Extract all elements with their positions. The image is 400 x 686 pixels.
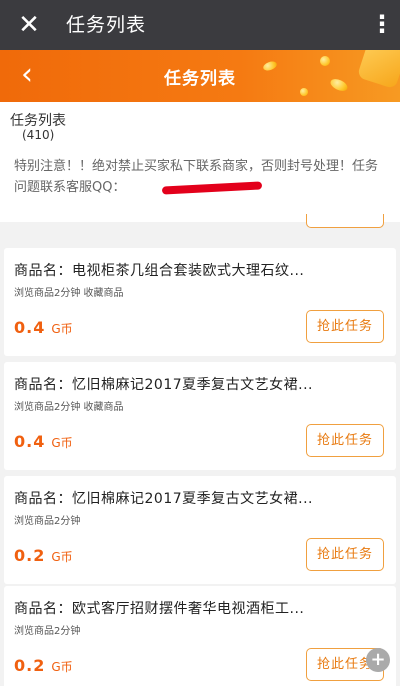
- task-reward: 0.4 G币: [14, 432, 73, 451]
- task-list-info: 任务列表 (410) 特别注意！！绝对禁止买家私下联系商家，否则封号处理！任务问…: [0, 102, 400, 222]
- reward-amount: 0.2: [14, 656, 46, 675]
- reward-unit: G币: [51, 550, 73, 564]
- wechat-top-bar: ✕ 任务列表 ⋮: [0, 0, 400, 50]
- task-requirements: 浏览商品2分钟 收藏商品: [14, 288, 124, 299]
- task-card: 商品名：欧式客厅招财摆件奢华电视酒柜工... 浏览商品2分钟 0.2 G币 抢此任…: [4, 586, 396, 686]
- reward-unit: G币: [51, 322, 73, 336]
- coin-decoration: [320, 56, 330, 66]
- zoom-plus-icon[interactable]: +: [366, 648, 390, 672]
- task-title: 商品名：电视柜茶几组合套装欧式大理石纹...: [14, 263, 305, 279]
- task-title: 商品名：忆旧棉麻记2017夏季复古文艺女裙...: [14, 491, 313, 507]
- app-frame: ✕ 任务列表 ⋮ ‹ 任务列表 任务列表 (410) 特别注意！！绝对禁止买家私…: [0, 0, 400, 686]
- task-count: (410): [22, 128, 55, 142]
- coin-decoration: [300, 88, 308, 96]
- wechat-title: 任务列表: [66, 14, 147, 36]
- task-card: 商品名：电视柜茶几组合套装欧式大理石纹... 浏览商品2分钟 收藏商品 0.4 G…: [4, 248, 396, 356]
- reward-unit: G币: [51, 660, 73, 674]
- task-title: 商品名：忆旧棉麻记2017夏季复古文艺女裙...: [14, 377, 313, 393]
- task-list-heading: 任务列表: [10, 113, 66, 129]
- task-reward: 0.2 G币: [14, 546, 73, 565]
- reward-amount: 0.2: [14, 546, 46, 565]
- task-requirements: 浏览商品2分钟: [14, 626, 81, 637]
- partial-grab-button[interactable]: [306, 214, 384, 228]
- task-card: 商品名：忆旧棉麻记2017夏季复古文艺女裙... 浏览商品2分钟 0.2 G币 抢…: [4, 476, 396, 584]
- task-title: 商品名：欧式客厅招财摆件奢华电视酒柜工...: [14, 601, 305, 617]
- task-requirements: 浏览商品2分钟: [14, 516, 81, 527]
- reward-amount: 0.4: [14, 318, 46, 337]
- reward-amount: 0.4: [14, 432, 46, 451]
- more-vertical-icon[interactable]: ⋮: [370, 10, 394, 40]
- reward-unit: G币: [51, 436, 73, 450]
- grab-task-button[interactable]: 抢此任务: [306, 538, 384, 571]
- grab-task-button[interactable]: 抢此任务: [306, 424, 384, 457]
- task-requirements: 浏览商品2分钟 收藏商品: [14, 402, 124, 413]
- grab-task-button[interactable]: 抢此任务: [306, 310, 384, 343]
- close-icon[interactable]: ✕: [14, 10, 44, 40]
- task-card: 商品名：忆旧棉麻记2017夏季复古文艺女裙... 浏览商品2分钟 收藏商品 0.…: [4, 362, 396, 470]
- task-reward: 0.4 G币: [14, 318, 73, 337]
- page-header: ‹ 任务列表: [0, 50, 400, 102]
- task-reward: 0.2 G币: [14, 656, 73, 675]
